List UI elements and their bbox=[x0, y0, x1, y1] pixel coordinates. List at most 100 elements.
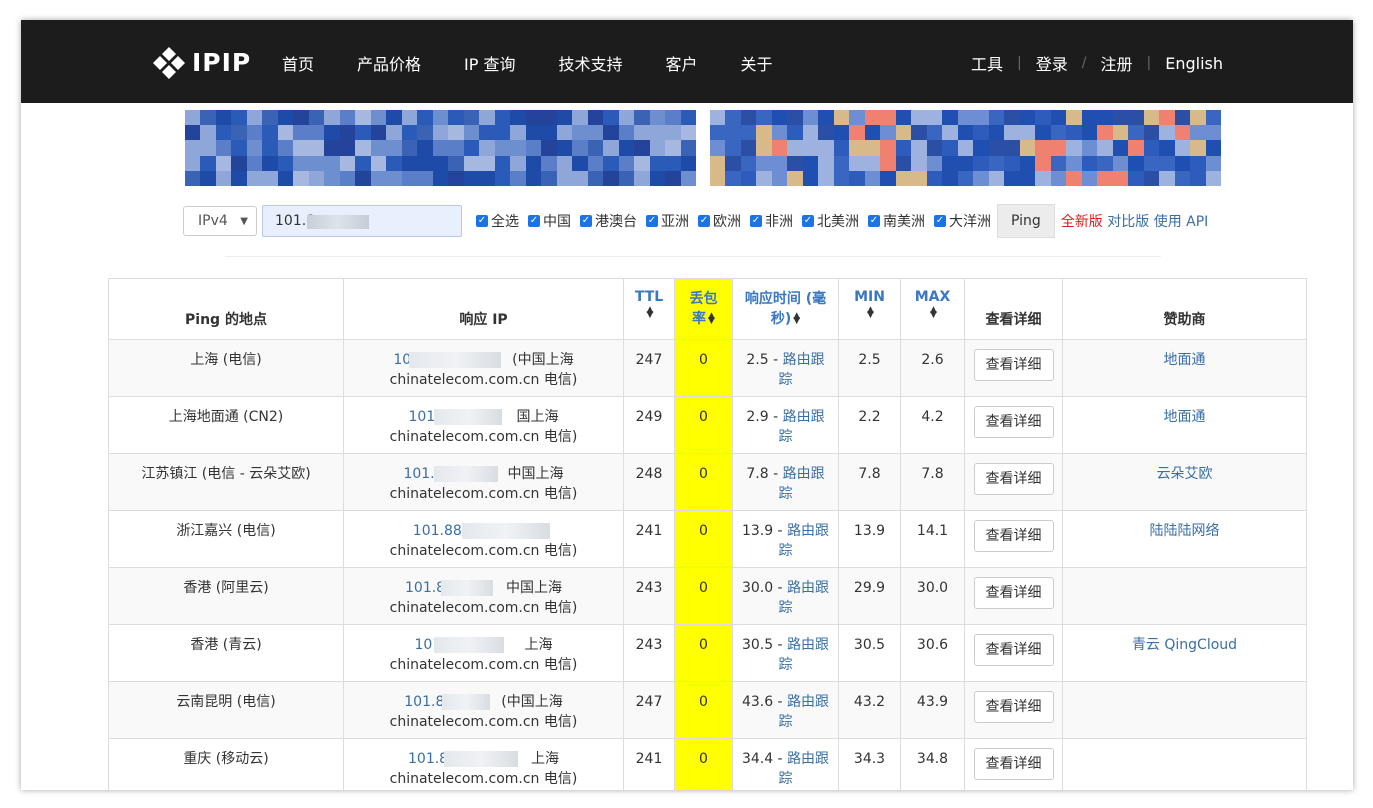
traceroute-link[interactable]: 踪 bbox=[779, 714, 793, 730]
nav-pricing[interactable]: 产品价格 bbox=[357, 51, 421, 75]
banner-pixel bbox=[370, 155, 387, 171]
sponsor-link[interactable]: 云朵艾欧 bbox=[1157, 466, 1213, 482]
view-detail-button[interactable]: 查看详细 bbox=[973, 634, 1054, 666]
nav-support[interactable]: 技术支持 bbox=[559, 51, 623, 75]
view-detail-button[interactable]: 查看详细 bbox=[973, 748, 1054, 780]
ip-link[interactable]: 101.88. bbox=[413, 523, 466, 539]
checkbox-hk-mo-tw[interactable]: ✓ 港澳台 bbox=[580, 211, 637, 231]
view-detail-button[interactable]: 查看详细 bbox=[973, 577, 1054, 609]
banner-pixel bbox=[324, 170, 340, 186]
nav-ip-lookup[interactable]: IP 查询 bbox=[464, 51, 515, 75]
time-value: 7.8 bbox=[746, 466, 769, 482]
header-max[interactable]: MAX ▲ ▼ bbox=[900, 278, 965, 340]
sponsor-link[interactable]: 地面通 bbox=[1164, 352, 1206, 368]
banner-pixel bbox=[618, 155, 635, 171]
banner-pixel bbox=[649, 140, 666, 156]
traceroute-link[interactable]: 路由跟 bbox=[783, 352, 825, 368]
checkbox-north-america[interactable]: ✓ 北美洲 bbox=[802, 211, 859, 231]
traceroute-link[interactable]: 踪 bbox=[779, 543, 793, 559]
traceroute-link[interactable]: 踪 bbox=[779, 486, 793, 502]
banner-pixel bbox=[293, 170, 309, 186]
traceroute-link[interactable]: 路由跟 bbox=[787, 751, 829, 767]
checkbox-south-america[interactable]: ✓ 南美洲 bbox=[868, 211, 925, 231]
view-detail-button[interactable]: 查看详细 bbox=[973, 463, 1054, 495]
checkbox-all[interactable]: ✓ 全选 bbox=[476, 211, 519, 231]
header-ttl[interactable]: TTL ▲ ▼ bbox=[623, 278, 675, 340]
traceroute-link[interactable]: 路由跟 bbox=[787, 580, 829, 596]
cell-packet-loss: 0 bbox=[674, 681, 733, 739]
banner-pixel bbox=[1035, 155, 1051, 171]
traceroute-link[interactable]: 路由跟 bbox=[787, 637, 829, 653]
ip-location: 上海 bbox=[531, 751, 559, 767]
logo[interactable]: IPIP bbox=[152, 45, 251, 79]
nav-tools[interactable]: 工具 bbox=[971, 51, 1003, 75]
sponsor-link[interactable]: 青云 QingCloud bbox=[1132, 637, 1237, 653]
checkbox-europe[interactable]: ✓ 欧洲 bbox=[698, 211, 741, 231]
view-detail-button[interactable]: 查看详细 bbox=[973, 691, 1054, 723]
traceroute-link[interactable]: 踪 bbox=[779, 771, 793, 787]
traceroute-link[interactable]: 路由跟 bbox=[787, 694, 829, 710]
api-link[interactable]: 使用 API bbox=[1154, 214, 1209, 230]
cell-detail: 查看详细 bbox=[964, 567, 1063, 625]
cell-sponsor: 陆陆陆网络 bbox=[1062, 510, 1307, 568]
banner-pixel bbox=[308, 155, 325, 171]
banner-pixel bbox=[1205, 155, 1221, 171]
compare-version-link[interactable]: 对比版 bbox=[1107, 214, 1149, 230]
banner-pixel bbox=[1190, 170, 1206, 186]
banner-pixel bbox=[942, 155, 958, 171]
header-packet-loss[interactable]: 丢包率 ▲ ▼ bbox=[674, 278, 733, 340]
banner-pixel bbox=[572, 125, 588, 141]
banner-pixel bbox=[324, 155, 340, 171]
cell-max: 4.2 bbox=[900, 396, 965, 454]
ip-domain: chinatelecom.com.cn 电信) bbox=[389, 771, 578, 787]
ad-banner[interactable] bbox=[185, 110, 1221, 186]
checkbox-oceania[interactable]: ✓ 大洋洲 bbox=[934, 211, 991, 231]
traceroute-link[interactable]: 踪 bbox=[779, 372, 793, 388]
ping-button[interactable]: Ping bbox=[997, 204, 1055, 238]
nav-about[interactable]: 关于 bbox=[741, 51, 773, 75]
ip-input[interactable]: 101.8 bbox=[262, 205, 462, 237]
nav-home[interactable]: 首页 bbox=[282, 51, 314, 75]
nav-login[interactable]: 登录 bbox=[1036, 51, 1068, 75]
checkbox-china[interactable]: ✓ 中国 bbox=[528, 211, 571, 231]
traceroute-link[interactable]: 踪 bbox=[779, 657, 793, 673]
banner-pixel bbox=[818, 170, 834, 186]
header-response-time[interactable]: 响应时间 (毫 秒) ▲ ▼ bbox=[732, 278, 839, 340]
new-version-link[interactable]: 全新版 bbox=[1061, 214, 1103, 230]
banner-pixel bbox=[401, 155, 418, 171]
banner-pixel bbox=[740, 155, 757, 171]
banner-pixel bbox=[1004, 125, 1020, 141]
view-detail-button[interactable]: 查看详细 bbox=[973, 406, 1054, 438]
banner-pixel bbox=[1174, 155, 1191, 171]
banner-pixel bbox=[1112, 155, 1129, 171]
checkbox-asia[interactable]: ✓ 亚洲 bbox=[646, 211, 689, 231]
banner-pixel bbox=[833, 125, 850, 141]
banner-pixel bbox=[725, 125, 741, 141]
traceroute-link[interactable]: 踪 bbox=[779, 600, 793, 616]
view-detail-button[interactable]: 查看详细 bbox=[973, 520, 1054, 552]
nav-english[interactable]: English bbox=[1165, 54, 1223, 73]
banner-pixel bbox=[833, 110, 850, 126]
sponsor-link[interactable]: 地面通 bbox=[1164, 409, 1206, 425]
banner-pixel bbox=[756, 170, 772, 186]
sponsor-link[interactable]: 陆陆陆网络 bbox=[1150, 523, 1220, 539]
banner-pixel bbox=[1066, 170, 1082, 186]
banner-pixel bbox=[926, 125, 943, 141]
ip-version-select[interactable]: IPv4 ▼ bbox=[183, 206, 257, 236]
nav-register[interactable]: 注册 bbox=[1100, 51, 1132, 75]
traceroute-link[interactable]: 路由跟 bbox=[787, 523, 829, 539]
banner-pixel bbox=[618, 140, 635, 156]
banner-pixel bbox=[401, 125, 418, 141]
traceroute-link[interactable]: 踪 bbox=[779, 429, 793, 445]
banner-pixel bbox=[417, 170, 433, 186]
banner-pixel bbox=[355, 155, 371, 171]
nav-customers[interactable]: 客户 bbox=[666, 51, 698, 75]
header-min[interactable]: MIN ▲ ▼ bbox=[838, 278, 901, 340]
traceroute-link[interactable]: 路由跟 bbox=[783, 409, 825, 425]
cell-location: 上海 (电信) bbox=[108, 339, 344, 397]
view-detail-button[interactable]: 查看详细 bbox=[973, 349, 1054, 381]
traceroute-link[interactable]: 路由跟 bbox=[783, 466, 825, 482]
checkbox-africa[interactable]: ✓ 非洲 bbox=[750, 211, 793, 231]
banner-pixel bbox=[710, 170, 726, 186]
checkbox-checked-icon: ✓ bbox=[698, 215, 710, 227]
